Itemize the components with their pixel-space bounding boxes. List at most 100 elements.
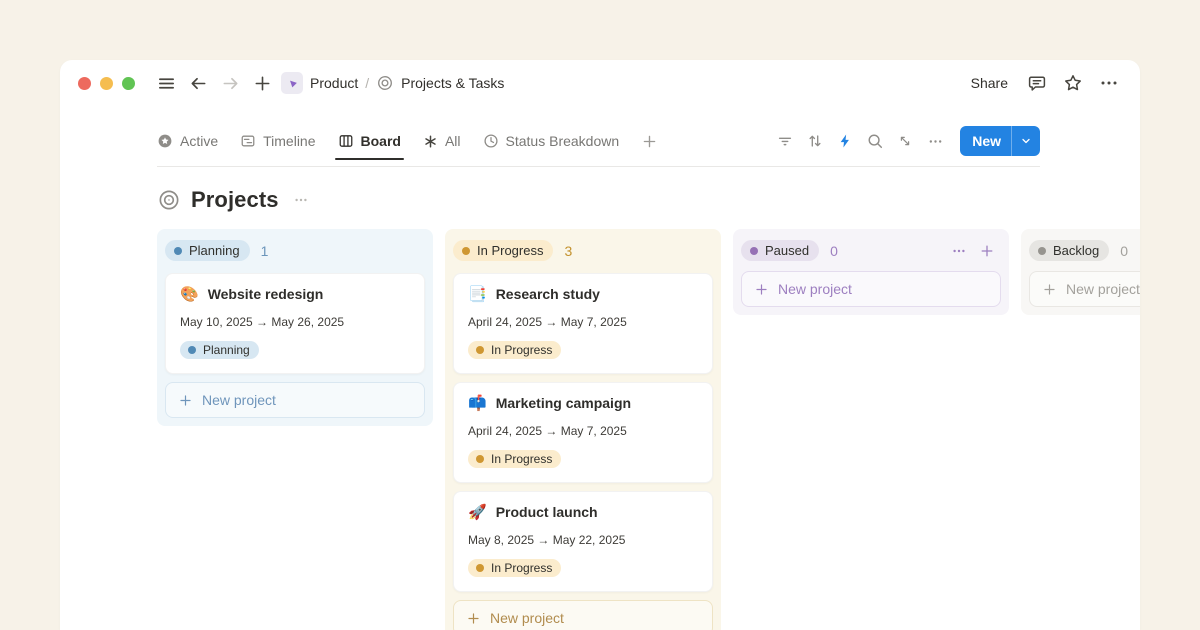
share-button[interactable]: Share: [965, 71, 1014, 95]
favorite-star-icon[interactable]: [1060, 70, 1086, 96]
project-title: Research study: [496, 286, 600, 302]
page-title[interactable]: Projects: [191, 187, 279, 213]
tab-timeline[interactable]: Timeline: [240, 133, 315, 149]
palette-emoji-icon: 🎨: [180, 287, 199, 302]
expand-icon[interactable]: [892, 128, 918, 154]
chevron-down-icon[interactable]: [1012, 135, 1040, 147]
project-card-marketing-campaign[interactable]: 📫 Marketing campaign April 24, 2025 → Ma…: [453, 382, 713, 483]
status-badge: Planning: [165, 240, 250, 261]
view-more-options-icon[interactable]: [922, 128, 948, 154]
comments-icon[interactable]: [1024, 70, 1050, 96]
project-card-product-launch[interactable]: 🚀 Product launch May 8, 2025 → May 22, 2…: [453, 491, 713, 592]
project-status-badge: In Progress: [468, 450, 561, 468]
breadcrumb-separator: /: [365, 75, 369, 91]
sort-icon[interactable]: [802, 128, 828, 154]
project-card-website-redesign[interactable]: 🎨 Website redesign May 10, 2025 → May 26…: [165, 273, 425, 374]
status-dot: [476, 455, 484, 463]
column-header: In Progress 3: [451, 235, 715, 271]
close-window-button[interactable]: [78, 77, 91, 90]
status-dot: [476, 346, 484, 354]
page-title-row: Projects: [157, 183, 1140, 217]
column-backlog: Backlog 0 New project: [1021, 229, 1140, 315]
sidebar-menu-icon[interactable]: [153, 70, 179, 96]
board-icon: [338, 133, 354, 149]
star-circle-icon: [157, 133, 173, 149]
tab-board[interactable]: Board: [338, 133, 401, 149]
status-label: In Progress: [477, 243, 543, 258]
status-dot: [174, 247, 182, 255]
breadcrumb: ▲ Product / Projects & Tasks: [281, 72, 504, 94]
column-more-options-icon[interactable]: [949, 241, 969, 261]
status-label: Planning: [203, 343, 250, 357]
column-add-plus-icon[interactable]: [977, 241, 997, 261]
status-label: In Progress: [491, 561, 552, 575]
app-window: ▲ Product / Projects & Tasks Share: [60, 60, 1140, 630]
view-tab-bar: Active Timeline Board All: [157, 126, 1040, 167]
timeline-icon: [240, 133, 256, 149]
column-count: 0: [1120, 243, 1128, 259]
status-badge: Backlog: [1029, 240, 1109, 261]
column-count: 3: [564, 243, 572, 259]
status-label: In Progress: [491, 452, 552, 466]
tab-label: Timeline: [263, 133, 315, 149]
new-project-label: New project: [490, 610, 564, 626]
back-arrow-icon[interactable]: [185, 70, 211, 96]
status-dot: [1038, 247, 1046, 255]
breadcrumb-page[interactable]: Projects & Tasks: [401, 75, 504, 91]
column-planning: Planning 1 🎨 Website redesign May 10, 20…: [157, 229, 433, 426]
tab-active[interactable]: Active: [157, 133, 218, 149]
new-project-button[interactable]: New project: [1029, 271, 1140, 307]
status-dot: [750, 247, 758, 255]
plus-icon: [754, 282, 769, 297]
tab-all[interactable]: All: [423, 133, 461, 149]
project-title: Website redesign: [208, 286, 324, 302]
project-dates: May 10, 2025 → May 26, 2025: [180, 315, 410, 329]
new-page-plus-icon[interactable]: [249, 70, 275, 96]
more-options-icon[interactable]: [1096, 70, 1122, 96]
tab-status-breakdown[interactable]: Status Breakdown: [483, 133, 620, 149]
tab-label: All: [445, 133, 461, 149]
search-icon[interactable]: [862, 128, 888, 154]
automation-bolt-icon[interactable]: [832, 128, 858, 154]
column-count: 1: [261, 243, 269, 259]
fullscreen-window-button[interactable]: [122, 77, 135, 90]
project-status-badge: In Progress: [468, 559, 561, 577]
breadcrumb-workspace[interactable]: Product: [310, 75, 358, 91]
bookmark-tabs-emoji-icon: 📑: [468, 287, 487, 302]
status-dot: [188, 346, 196, 354]
new-project-label: New project: [1066, 281, 1140, 297]
project-title: Product launch: [496, 504, 598, 520]
new-project-button[interactable]: New project: [165, 382, 425, 418]
column-paused: Paused 0 New project: [733, 229, 1009, 315]
project-dates: April 24, 2025 → May 7, 2025: [468, 424, 698, 438]
forward-arrow-icon[interactable]: [217, 70, 243, 96]
project-card-research-study[interactable]: 📑 Research study April 24, 2025 → May 7,…: [453, 273, 713, 374]
title-more-options-icon[interactable]: [293, 192, 309, 208]
plus-icon: [1042, 282, 1057, 297]
new-project-button[interactable]: New project: [741, 271, 1001, 307]
window-topbar: ▲ Product / Projects & Tasks Share: [60, 60, 1140, 106]
new-project-label: New project: [778, 281, 852, 297]
new-button[interactable]: New: [960, 126, 1040, 156]
status-label: In Progress: [491, 343, 552, 357]
workspace-icon[interactable]: ▲: [281, 72, 303, 94]
status-label: Backlog: [1053, 243, 1099, 258]
tab-label: Board: [361, 133, 401, 149]
project-title: Marketing campaign: [496, 395, 631, 411]
new-project-button[interactable]: New project: [453, 600, 713, 630]
page-title-target-icon: [157, 188, 181, 212]
project-dates: April 24, 2025 → May 7, 2025: [468, 315, 698, 329]
add-view-plus-icon[interactable]: [641, 133, 658, 150]
kanban-board: Planning 1 🎨 Website redesign May 10, 20…: [157, 229, 1140, 630]
status-badge: In Progress: [453, 240, 553, 261]
status-dot: [462, 247, 470, 255]
page-target-icon: [376, 74, 394, 92]
project-status-badge: Planning: [180, 341, 259, 359]
column-in-progress: In Progress 3 📑 Research study April 24,…: [445, 229, 721, 630]
clock-icon: [483, 133, 499, 149]
filter-icon[interactable]: [772, 128, 798, 154]
project-dates: May 8, 2025 → May 22, 2025: [468, 533, 698, 547]
minimize-window-button[interactable]: [100, 77, 113, 90]
new-project-label: New project: [202, 392, 276, 408]
column-count: 0: [830, 243, 838, 259]
